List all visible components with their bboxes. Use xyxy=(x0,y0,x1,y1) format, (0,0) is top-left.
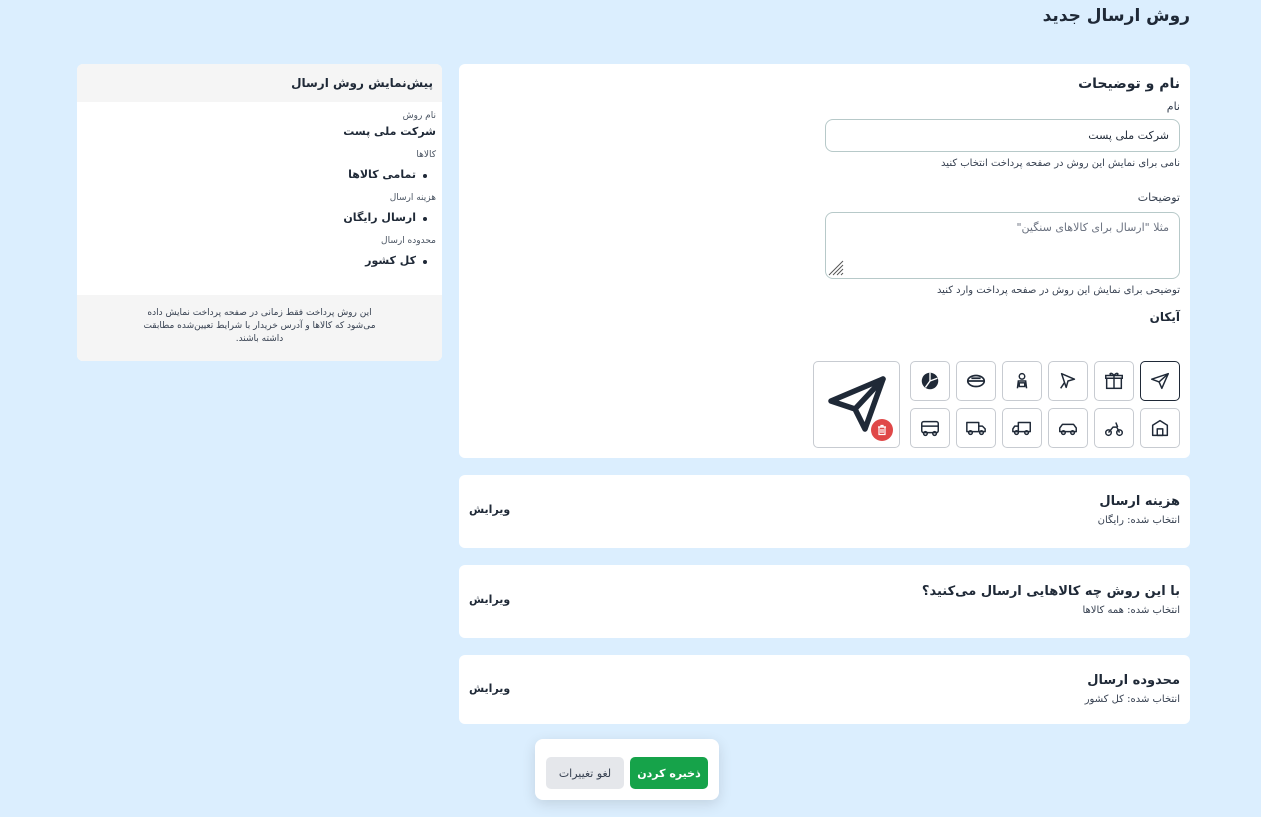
preview-method-value: شرکت ملی پست xyxy=(343,125,436,138)
preview-area-label: محدوده ارسال xyxy=(381,236,436,246)
name-hint: نامی برای نمایش این روش در صفحه پرداخت ا… xyxy=(941,158,1180,169)
preview-method-label: نام روش xyxy=(402,111,436,121)
car-icon[interactable] xyxy=(1048,408,1088,448)
edit-shipping-cost-link[interactable]: ویرایش xyxy=(469,503,510,516)
page-title: روش ارسال جدید xyxy=(1042,6,1190,26)
pie-icon[interactable] xyxy=(910,361,950,401)
preview-cost-label: هزینه ارسال xyxy=(389,193,436,203)
warehouse-icon[interactable] xyxy=(1140,408,1180,448)
preview-area-value: کل کشور xyxy=(77,254,436,267)
shipping-area-selected: انتخاب شده: کل کشور xyxy=(1084,694,1180,705)
preview-cost-value: ارسال رایگان xyxy=(77,211,436,224)
description-textarea[interactable] xyxy=(825,212,1180,279)
name-description-card: نام و توضیحات نام نامی برای نمایش این رو… xyxy=(459,64,1190,458)
shipping-method-preview: پیش‌نمایش روش ارسال نام روش شرکت ملی پست… xyxy=(77,64,442,361)
icons-label: آیکان xyxy=(1149,310,1180,324)
trash-icon xyxy=(878,424,886,436)
gift-icon[interactable] xyxy=(1094,361,1134,401)
delete-icon-button[interactable] xyxy=(871,419,893,441)
paper-plane-icon[interactable] xyxy=(1140,361,1180,401)
preview-products-value: تمامی کالاها xyxy=(77,168,436,181)
preview-title: پیش‌نمایش روش ارسال xyxy=(77,64,442,102)
section-title: نام و توضیحات xyxy=(1078,76,1180,92)
courier-icon[interactable] xyxy=(1002,361,1042,401)
preview-body: نام روش شرکت ملی پست کالاها تمامی کالاها… xyxy=(77,102,442,295)
save-button[interactable]: ذخیره کردن xyxy=(630,757,708,789)
cancel-button[interactable]: لغو تغییرات xyxy=(546,757,624,789)
products-title: با این روش چه کالاهایی ارسال می‌کنید؟ xyxy=(921,584,1180,599)
shipping-cost-card: هزینه ارسال انتخاب شده: رایگان ویرایش xyxy=(459,475,1190,548)
products-selected: انتخاب شده: همه کالاها xyxy=(1082,605,1180,616)
truck-icon[interactable] xyxy=(1002,408,1042,448)
bus-icon[interactable] xyxy=(910,408,950,448)
shipping-area-title: محدوده ارسال xyxy=(1087,673,1180,688)
name-label: نام xyxy=(1166,100,1180,113)
description-label: توضیحات xyxy=(1137,191,1180,204)
preview-note: این روش پرداخت فقط زمانی در صفحه پرداخت … xyxy=(77,295,442,361)
name-input[interactable] xyxy=(825,119,1180,152)
description-hint: توضیحی برای نمایش این روش در صفحه پرداخت… xyxy=(936,285,1180,296)
preview-products-label: کالاها xyxy=(416,150,436,160)
icon-picker xyxy=(813,361,1180,449)
motor-scooter-icon[interactable] xyxy=(1094,408,1134,448)
delivery-bag-icon[interactable] xyxy=(956,361,996,401)
products-card: با این روش چه کالاهایی ارسال می‌کنید؟ ان… xyxy=(459,565,1190,638)
shipping-cost-title: هزینه ارسال xyxy=(1099,494,1180,509)
van-icon[interactable] xyxy=(956,408,996,448)
edit-shipping-area-link[interactable]: ویرایش xyxy=(469,682,510,695)
rocket-icon[interactable] xyxy=(1048,361,1088,401)
selected-icon-preview xyxy=(813,361,900,448)
resize-handle-icon[interactable] xyxy=(827,259,845,277)
edit-products-link[interactable]: ویرایش xyxy=(469,593,510,606)
shipping-area-card: محدوده ارسال انتخاب شده: کل کشور ویرایش xyxy=(459,655,1190,724)
shipping-cost-selected: انتخاب شده: رایگان xyxy=(1097,515,1180,526)
action-bar: ذخیره کردن لغو تغییرات xyxy=(535,739,719,800)
description-wrapper xyxy=(825,212,1180,279)
